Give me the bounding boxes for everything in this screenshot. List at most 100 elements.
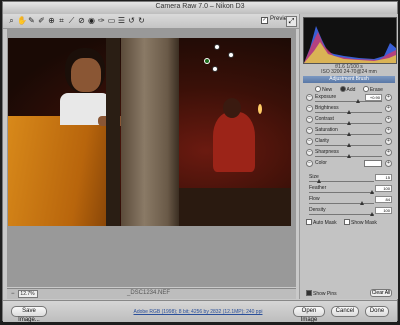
show-mask-checkbox[interactable]: Show Mask bbox=[344, 219, 377, 226]
slider-thumb[interactable] bbox=[347, 154, 351, 158]
slider-value[interactable]: 15 bbox=[375, 174, 392, 181]
save-image-button[interactable]: Save Image... bbox=[11, 306, 47, 323]
pins-row: Show Pins Clear All bbox=[306, 289, 392, 298]
workflow-options-link[interactable]: Adobe RGB (1998); 8 bit; 4256 by 2832 (1… bbox=[123, 309, 273, 315]
zoom-level[interactable]: 12.7% bbox=[17, 290, 38, 298]
slider-thumb[interactable] bbox=[347, 143, 351, 147]
minus-icon[interactable]: − bbox=[306, 149, 313, 156]
minus-icon[interactable]: − bbox=[306, 105, 313, 112]
slider-track[interactable] bbox=[309, 214, 374, 215]
auto-mask-checkbox[interactable]: Auto Mask bbox=[306, 219, 337, 226]
slider-value[interactable]: 100 bbox=[375, 185, 392, 192]
photo-preview[interactable] bbox=[8, 38, 291, 226]
slider-label: Clarity bbox=[315, 138, 330, 144]
hand-icon[interactable]: ✋ bbox=[17, 16, 27, 25]
fullscreen-icon[interactable]: ⤢ bbox=[286, 16, 297, 27]
slider-thumb[interactable] bbox=[356, 99, 360, 103]
toolbar: ⌕ ✋ ✎ ✐ ⊕ ⌗ ⟋ ⊘ ◉ ✑ ▭ ☰ ↺ ↻ ✓ Preview ⤢ bbox=[3, 14, 299, 29]
straighten-icon[interactable]: ⟋ bbox=[67, 16, 76, 25]
slider-label: Feather bbox=[309, 185, 327, 191]
slider-thumb[interactable] bbox=[360, 201, 364, 205]
mask-options: Auto Mask Show Mask bbox=[306, 219, 392, 226]
plus-icon[interactable]: + bbox=[385, 149, 392, 156]
sharpness-slider-row: − Sharpness + bbox=[306, 149, 392, 159]
checkbox-icon[interactable]: ✓ bbox=[261, 17, 268, 24]
window-title: Camera Raw 7.0 – Nikon D3 bbox=[155, 3, 245, 10]
minus-icon[interactable]: − bbox=[306, 160, 313, 167]
color-swatch[interactable] bbox=[364, 160, 382, 167]
plus-icon[interactable]: + bbox=[385, 138, 392, 145]
brush-pin-icon[interactable] bbox=[228, 52, 234, 58]
footer-bar: Save Image... Adobe RGB (1998); 8 bit; 4… bbox=[3, 300, 397, 323]
preferences-icon[interactable]: ☰ bbox=[117, 16, 126, 25]
zoom-icon[interactable]: ⌕ bbox=[7, 16, 16, 25]
minus-icon[interactable]: − bbox=[306, 116, 313, 123]
minus-icon[interactable]: − bbox=[306, 127, 313, 134]
mode-new[interactable]: New bbox=[315, 86, 333, 93]
slider-label: Flow bbox=[309, 196, 320, 202]
color-sampler-icon[interactable]: ✐ bbox=[37, 16, 46, 25]
plus-icon[interactable]: + bbox=[385, 116, 392, 123]
done-button[interactable]: Done bbox=[365, 306, 389, 317]
slider-value[interactable]: 100 bbox=[375, 207, 392, 214]
slider-value[interactable]: +0.90 bbox=[365, 94, 382, 101]
open-image-button[interactable]: Open Image bbox=[293, 306, 325, 323]
mode-add[interactable]: Add bbox=[339, 86, 355, 93]
slider-track[interactable] bbox=[309, 203, 374, 204]
show-pins-checkbox[interactable]: Show Pins bbox=[306, 290, 337, 297]
slider-thumb[interactable] bbox=[347, 110, 351, 114]
saturation-slider-row: − Saturation + bbox=[306, 127, 392, 137]
brush-mode-group: New Add Erase bbox=[303, 86, 395, 93]
plus-icon[interactable]: + bbox=[385, 160, 392, 167]
slider-label: Contrast bbox=[315, 116, 334, 122]
rotate-cw-icon[interactable]: ↻ bbox=[137, 16, 146, 25]
slider-thumb[interactable] bbox=[370, 212, 374, 216]
slider-thumb[interactable] bbox=[370, 190, 374, 194]
plus-icon[interactable]: + bbox=[385, 94, 392, 101]
adjustment-brush-icon[interactable]: ✑ bbox=[97, 16, 106, 25]
mode-erase[interactable]: Erase bbox=[362, 86, 383, 93]
checkbox-icon[interactable] bbox=[344, 219, 351, 225]
plus-icon[interactable]: + bbox=[385, 127, 392, 134]
checkbox-icon[interactable] bbox=[306, 290, 312, 296]
minus-icon[interactable]: − bbox=[306, 94, 313, 101]
slider-label: Saturation bbox=[315, 127, 338, 133]
slider-track[interactable] bbox=[309, 192, 374, 193]
slider-track[interactable] bbox=[315, 101, 382, 102]
flow-slider-row: Flow 84 bbox=[306, 196, 392, 205]
white-balance-icon[interactable]: ✎ bbox=[27, 16, 36, 25]
camera-info: f/1.6 1/100 s ISO 3200 24-70@24 mm bbox=[303, 65, 395, 74]
radio-icon[interactable] bbox=[362, 86, 369, 92]
plus-icon[interactable]: + bbox=[385, 105, 392, 112]
color-row: − Color + bbox=[306, 160, 392, 170]
brush-pin-icon[interactable] bbox=[204, 58, 210, 64]
clear-all-button[interactable]: Clear All bbox=[370, 289, 392, 297]
cancel-button[interactable]: Cancel bbox=[331, 306, 359, 317]
crop-icon[interactable]: ⌗ bbox=[57, 16, 66, 25]
spot-removal-icon[interactable]: ⊘ bbox=[77, 16, 86, 25]
radio-icon[interactable] bbox=[339, 86, 346, 92]
rotate-ccw-icon[interactable]: ↺ bbox=[127, 16, 136, 25]
show-pins-label: Show Pins bbox=[313, 291, 337, 297]
brush-pin-icon[interactable] bbox=[214, 44, 220, 50]
mode-new-label: New bbox=[322, 87, 333, 93]
radio-icon[interactable] bbox=[315, 86, 322, 92]
histogram bbox=[303, 17, 397, 64]
slider-thumb[interactable] bbox=[317, 179, 321, 183]
slider-thumb[interactable] bbox=[347, 132, 351, 136]
right-panel: f/1.6 1/100 s ISO 3200 24-70@24 mm Adjus… bbox=[299, 14, 398, 299]
histogram-graph bbox=[304, 26, 396, 63]
zoom-control[interactable]: −12.7% bbox=[11, 290, 38, 298]
graduated-filter-icon[interactable]: ▭ bbox=[107, 16, 116, 25]
targeted-adjustment-icon[interactable]: ⊕ bbox=[47, 16, 56, 25]
brush-pin-icon[interactable] bbox=[212, 66, 218, 72]
checkbox-icon[interactable] bbox=[306, 219, 312, 225]
density-slider-row: Density 100 bbox=[306, 207, 392, 216]
feather-slider-row: Feather 100 bbox=[306, 185, 392, 194]
camera-raw-window: Camera Raw 7.0 – Nikon D3 ⌕ ✋ ✎ ✐ ⊕ ⌗ ⟋ … bbox=[2, 1, 398, 323]
slider-thumb[interactable] bbox=[347, 121, 351, 125]
slider-value[interactable]: 84 bbox=[375, 196, 392, 203]
slider-label: Sharpness bbox=[315, 149, 339, 155]
red-eye-icon[interactable]: ◉ bbox=[87, 16, 96, 25]
minus-icon[interactable]: − bbox=[306, 138, 313, 145]
